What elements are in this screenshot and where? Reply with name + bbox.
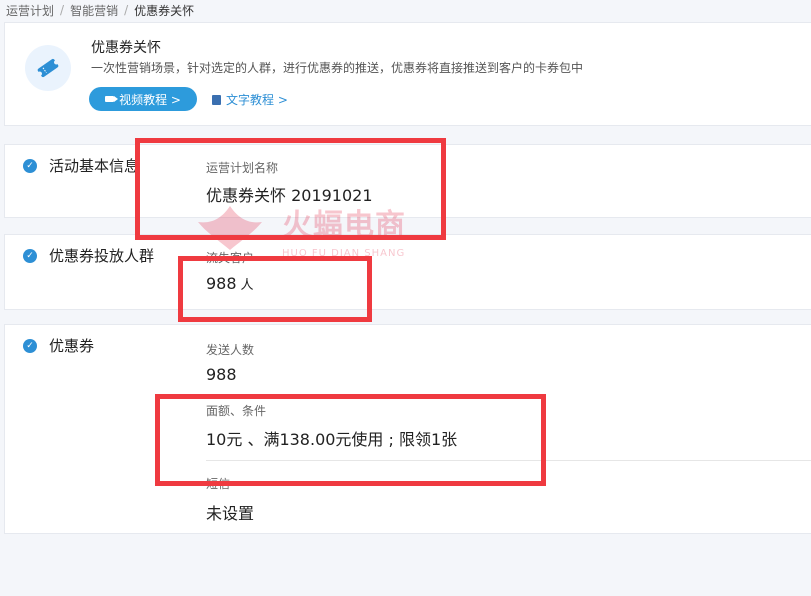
document-icon [212,94,221,105]
breadcrumb-item-smart-marketing[interactable]: 智能营销 [70,2,118,19]
breadcrumb-separator: / [124,3,129,17]
breadcrumb: 运营计划 / 智能营销 / 优惠券关怀 [6,1,194,19]
send-count-label: 发送人数 [206,343,255,357]
text-tutorial-label: 文字教程 > [226,93,288,107]
plan-name-value: 优惠券关怀 20191021 [206,186,373,205]
sms-label: 短信 [206,477,231,491]
audience-count-value: 988 [206,274,237,293]
section-coupon: ✓ 优惠券 发送人数 988 面额、条件 10元 、满138.00元使用 ; 限… [4,324,811,534]
ticket-icon [25,45,71,91]
intro-title: 优惠券关怀 [91,40,161,56]
check-circle-icon: ✓ [23,158,37,173]
check-circle-icon: ✓ [23,338,37,353]
intro-card: 优惠券关怀 一次性营销场景，针对选定的人群，进行优惠券的推送，优惠券将直接推送到… [4,22,811,126]
audience-label: 流失客户 [206,251,255,265]
breadcrumb-item-current: 优惠券关怀 [134,3,195,18]
check-circle-icon: ✓ [23,248,37,263]
plan-name-label: 运营计划名称 [206,161,279,175]
send-count-value: 988 [206,365,237,384]
breadcrumb-separator: / [60,3,65,17]
video-tutorial-label: 视频教程 > [119,92,181,107]
section-basic-info: ✓ 活动基本信息 运营计划名称 优惠券关怀 20191021 [4,144,811,218]
section-audience: ✓ 优惠券投放人群 流失客户 988 人 [4,234,811,310]
divider [206,460,811,461]
section-title: 优惠券 [49,337,95,355]
text-tutorial-link[interactable]: 文字教程 > [212,91,288,108]
face-value-label: 面额、条件 [206,404,267,418]
audience-count: 988 人 [206,274,254,293]
face-value: 10元 、满138.00元使用 ; 限领1张 [206,430,458,449]
section-title: 活动基本信息 [49,157,140,175]
section-title: 优惠券投放人群 [49,247,155,265]
audience-count-unit: 人 [240,278,254,293]
sms-value: 未设置 [206,504,255,523]
video-tutorial-button[interactable]: 视频教程 > [89,87,197,111]
breadcrumb-item-plans[interactable]: 运营计划 [6,2,54,19]
intro-description: 一次性营销场景，针对选定的人群，进行优惠券的推送，优惠券将直接推送到客户的卡券包… [91,61,584,75]
video-camera-icon [105,96,119,102]
